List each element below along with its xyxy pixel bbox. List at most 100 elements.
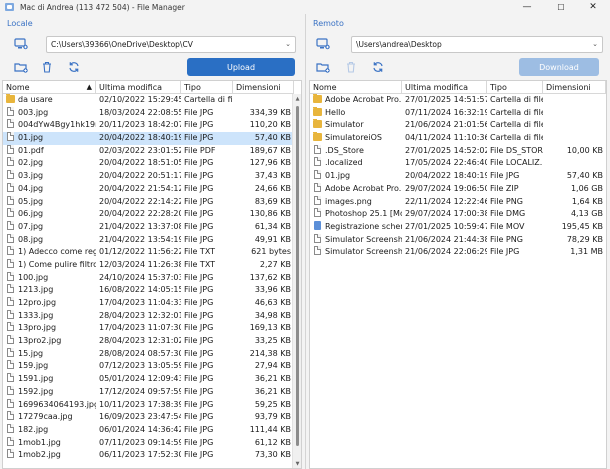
column-header-name[interactable]: Nome [310,81,402,94]
cell-size: 195,45 KB [561,221,603,231]
table-row[interactable]: 17279caa.jpg 16/09/2023 23:47:54 File JPG 9… [3,411,294,424]
column-header-type[interactable]: Tipo [181,81,233,94]
cell-date: 02/10/2022 15:29:45 [99,95,181,104]
cell-name: .DS_Store [310,144,402,158]
table-row[interactable]: 1mob2.jpg 06/11/2023 17:52:30 File JPG 73,3… [3,449,294,462]
cell-size: 83,69 KB [254,196,291,206]
cell-name: Simulator Screenshot... [310,233,402,247]
scroll-down-icon[interactable]: ▼ [294,461,301,467]
upload-button[interactable]: Upload [187,58,295,76]
column-header-size[interactable]: Dimensioni [543,81,606,94]
table-row[interactable]: 13pro.jpg 17/04/2023 11:07:30 File JPG 169,… [3,322,294,335]
new-folder-icon[interactable] [315,59,331,75]
table-row[interactable]: .localized 17/05/2024 22:46:40 File LOCALI… [310,157,606,170]
table-row[interactable]: Photoshop 25.1 [Mo...29/07/2024 17:00:38… [310,208,606,221]
file-icon [7,373,14,383]
trash-icon[interactable] [343,59,359,75]
table-row[interactable]: 07.jpg 21/04/2022 13:37:08 File JPG 61,34 K… [3,220,294,234]
cell-name: 01.pdf [3,144,96,158]
file-icon [7,347,14,357]
table-row[interactable]: 1) Come pulire filtro l...12/03/2024 11:… [3,258,294,272]
column-header-modified[interactable]: Ultima modifica [96,81,181,94]
table-row[interactable]: Hello 07/11/2024 16:32:19 Cartella di file [310,106,606,120]
trash-icon[interactable] [39,59,55,75]
cell-type: File JPG [184,374,214,384]
table-row[interactable]: 004dYw4Bgy1hk19n...20/11/2023 18:42:07Fi… [3,119,294,132]
scroll-up-icon[interactable]: ▲ [294,96,301,102]
table-row[interactable]: 159.jpg 07/12/2023 13:05:59 File JPG 27,94 … [3,360,294,373]
column-header-name[interactable]: Nome ▲ [3,81,96,94]
refresh-icon[interactable] [66,59,82,75]
cell-name: 12pro.jpg [3,297,96,310]
local-scrollbar[interactable]: ▲ ▼ [292,94,301,468]
table-row[interactable]: Simulator Screenshot...21/06/2024 22:06:… [310,246,606,259]
download-button[interactable]: Download [519,58,599,76]
cell-name: 003.jpg [3,106,96,120]
cell-name: 1333.jpg [3,309,96,323]
table-row[interactable]: 1mob1.jpg 07/11/2023 09:14:59 File JPG 61,1… [3,436,294,450]
table-row[interactable]: 02.jpg 20/04/2022 18:51:05 File JPG 127,96 … [3,157,294,170]
column-header-modified[interactable]: Ultima modifica [402,81,487,94]
remote-path-select[interactable]: \Users\andrea\Desktop ⌄ [351,36,603,53]
table-row[interactable]: SimulatoreiOS 04/11/2024 11:10:36 Cartella… [310,132,606,145]
table-row[interactable]: Adobe Acrobat Pro... 27/01/2025 14:51:57 C… [310,94,606,107]
refresh-icon[interactable] [370,59,386,75]
table-row[interactable]: Adobe Acrobat Pro... 29/07/2024 19:06:50 F… [310,182,606,196]
maximize-button[interactable]: ☐ [544,0,578,14]
file-icon [7,132,14,142]
file-icon [7,195,14,205]
local-path-select[interactable]: C:\Users\39366\OneDrive\Desktop\CV ⌄ [46,36,296,53]
table-row[interactable]: 1) Adecco come regi...01/12/2022 11:56:2… [3,246,294,259]
table-row[interactable]: 1699634064193.jpg 10/11/2023 17:38:39 File… [3,398,294,412]
computer-icon[interactable] [315,36,331,52]
column-header-type[interactable]: Tipo [487,81,543,94]
table-row[interactable]: 08.jpg 21/04/2022 13:54:19 File JPG 49,91 K… [3,233,294,247]
cell-name: 01.jpg [310,170,402,183]
table-row[interactable]: 1333.jpg 28/04/2023 12:32:01 File JPG 34,98… [3,309,294,323]
cell-date: 04/11/2024 11:10:36 [405,133,487,143]
cell-size [543,119,606,132]
cell-size: 621 bytes [251,247,291,257]
table-row[interactable]: Registrazione scherm...27/01/2025 10:59:… [310,220,606,234]
table-row[interactable]: Simulator Screenshot...21/06/2024 21:44:… [310,233,606,247]
scrollbar-thumb[interactable] [296,106,299,446]
table-row[interactable]: 12pro.jpg 17/04/2023 11:04:33 File JPG 46,6… [3,297,294,310]
media-icon [314,220,321,230]
table-row[interactable]: images.png 22/11/2024 12:22:46 File PNG 1,6… [310,195,606,209]
table-row[interactable]: 01.jpg 20/04/2022 18:40:19 File JPG 57,40 K… [310,170,606,183]
title-bar: Mac di Andrea (113 472 504) - File Manag… [0,0,610,14]
cell-size: 1,31 MB [570,247,603,257]
close-button[interactable]: ✕ [576,0,610,14]
cell-size: 57,40 KB [566,171,603,181]
column-header-size[interactable]: Dimensioni [233,81,294,94]
table-row[interactable]: 182.jpg 06/01/2024 14:36:42 File JPG 111,44… [3,423,294,437]
table-row[interactable]: Simulator 21/06/2024 21:01:56 Cartella di … [310,119,606,132]
table-row[interactable]: 1592.jpg 17/12/2024 09:57:59 File JPG 36,21… [3,385,294,399]
table-row[interactable]: 06.jpg 20/04/2022 22:28:20 File JPG 130,86 … [3,208,294,221]
table-row[interactable]: 003.jpg 18/03/2024 22:08:55 File JPG 334,39… [3,106,294,120]
computer-icon[interactable] [13,36,29,52]
cell-type: File JPG [184,234,214,244]
cell-name: 159.jpg [3,360,96,373]
cell-size: 4,13 GB [570,209,603,219]
table-row[interactable]: 100.jpg 24/10/2024 15:37:03 File JPG 137,62… [3,271,294,285]
cell-name: 1mob1.jpg [3,436,96,450]
cell-date: 21/04/2022 13:37:08 [99,221,181,231]
table-row[interactable]: .DS_Store 27/01/2025 14:52:02 File DS_STOR… [310,144,606,158]
table-row[interactable]: 05.jpg 20/04/2022 22:14:22 File JPG 83,69 K… [3,195,294,209]
table-row[interactable]: da usare 02/10/2022 15:29:45 Cartella di f… [3,94,294,107]
cell-type: File JPG [184,272,214,282]
table-row[interactable]: 03.jpg 20/04/2022 20:51:17 File JPG 37,43 K… [3,170,294,183]
new-folder-icon[interactable] [13,59,29,75]
table-row[interactable]: 01.pdf 02/03/2022 23:01:52 File PDF 189,67 … [3,144,294,158]
cell-date: 20/04/2022 18:40:19 [405,171,487,181]
minimize-button[interactable]: — [510,0,544,14]
table-row[interactable]: 1213.jpg 16/08/2022 14:05:15 File JPG 33,96… [3,284,294,297]
cell-type: Cartella di file [490,133,543,143]
table-row[interactable]: 04.jpg 20/04/2022 21:54:12 File JPG 24,66 K… [3,182,294,196]
table-row[interactable]: 01.jpg 20/04/2022 18:40:19 File JPG 57,40 K… [3,132,294,145]
table-row[interactable]: 15.jpg 28/08/2024 08:57:30 File JPG 214,38 … [3,347,294,361]
table-row[interactable]: 1591.jpg 05/01/2024 12:09:43 File JPG 36,21… [3,373,294,386]
table-row[interactable]: 13pro2.jpg 28/04/2023 12:31:02 File JPG 33,… [3,335,294,348]
cell-date: 16/09/2023 23:47:54 [99,412,181,422]
